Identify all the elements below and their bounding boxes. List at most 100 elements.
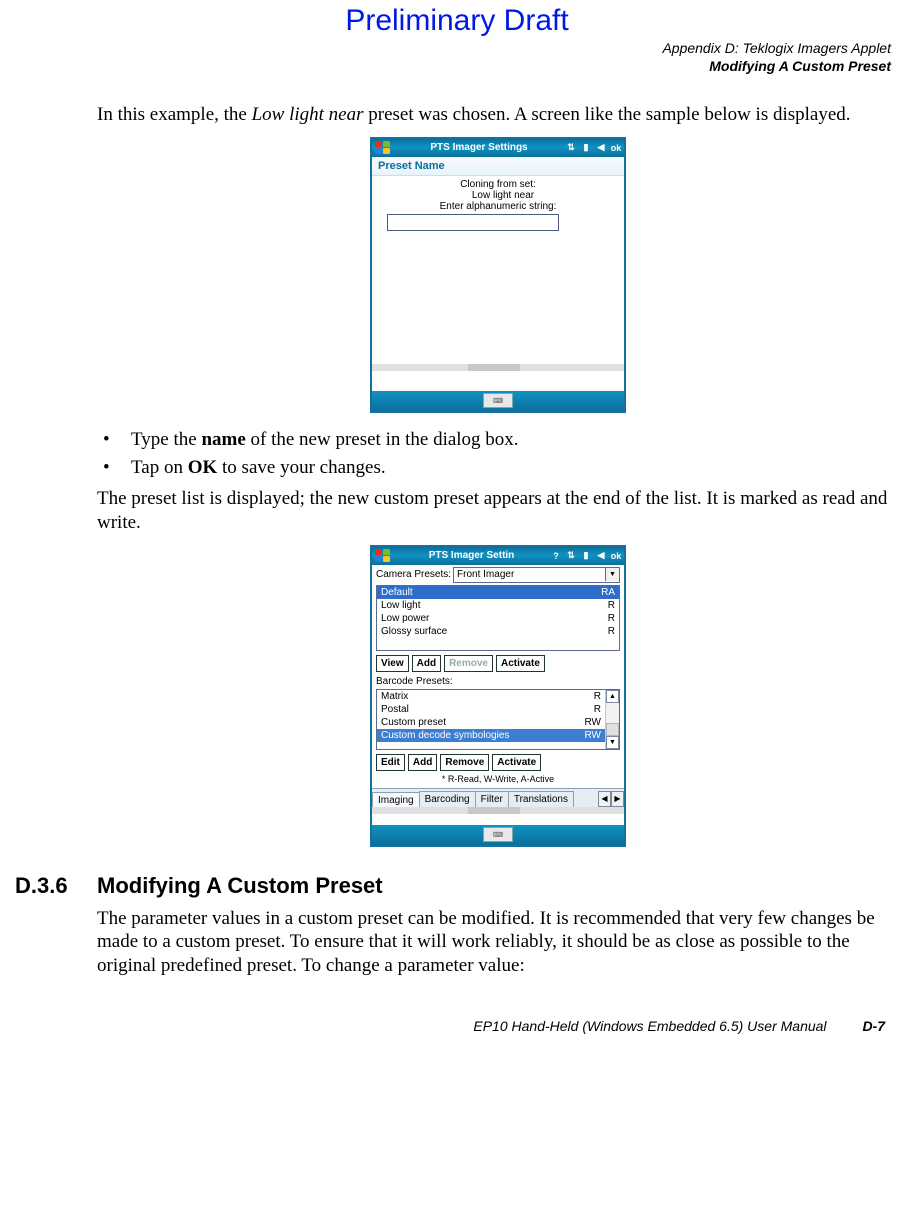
scrollbar[interactable]: ▲ ▼ bbox=[605, 690, 619, 749]
chevron-down-icon[interactable]: ▼ bbox=[605, 568, 619, 581]
barcode-presets-label: Barcode Presets: bbox=[372, 674, 624, 687]
tab-left-icon[interactable]: ◀ bbox=[598, 791, 611, 807]
list-item-text: Tap on OK to save your changes. bbox=[131, 455, 386, 481]
select-value: Front Imager bbox=[457, 569, 514, 580]
activate-button[interactable]: Activate bbox=[496, 655, 545, 672]
section-number: D.3.6 bbox=[15, 873, 97, 899]
scroll-down-icon[interactable]: ▼ bbox=[606, 736, 619, 749]
speaker-icon[interactable]: ◀ bbox=[595, 550, 607, 562]
list-item[interactable]: Custom decode symbologies RW bbox=[377, 729, 605, 742]
figure-preset-name-dialog: PTS Imager Settings ⇅ ▮ ◀ ok Preset Name… bbox=[97, 137, 899, 413]
barcode-presets-listbox[interactable]: Matrix R Postal R Custom preset RW bbox=[376, 689, 620, 750]
preset-name-input[interactable] bbox=[387, 214, 559, 231]
tab-imaging[interactable]: Imaging bbox=[372, 792, 420, 808]
list-item: • Type the name of the new preset in the… bbox=[97, 427, 899, 453]
bottom-scroll-track[interactable] bbox=[372, 364, 624, 371]
tab-bar: Imaging Barcoding Filter Translations ◀ … bbox=[372, 788, 624, 807]
title-bar-icons: ? ⇅ ▮ ◀ ok bbox=[550, 550, 622, 562]
bottom-scroll-track[interactable] bbox=[372, 807, 624, 814]
paragraph-result: The preset list is displayed; the new cu… bbox=[97, 487, 899, 535]
manual-title: EP10 Hand-Held (Windows Embedded 6.5) Us… bbox=[473, 1018, 826, 1034]
list-item[interactable]: Low light R bbox=[377, 599, 619, 612]
appendix-header: Appendix D: Teklogix Imagers Applet Modi… bbox=[15, 40, 891, 75]
text: In this example, the bbox=[97, 104, 252, 125]
scroll-thumb[interactable] bbox=[468, 364, 520, 371]
title-bar: PTS Imager Settings ⇅ ▮ ◀ ok bbox=[372, 139, 624, 157]
section-title: Modifying A Custom Preset bbox=[97, 873, 383, 899]
tab-barcoding[interactable]: Barcoding bbox=[419, 791, 476, 807]
ok-button[interactable]: ok bbox=[610, 142, 622, 154]
tab-translations[interactable]: Translations bbox=[508, 791, 574, 807]
network-icon[interactable]: ⇅ bbox=[565, 550, 577, 562]
list-item[interactable]: Postal R bbox=[377, 703, 605, 716]
camera-presets-select[interactable]: Front Imager ▼ bbox=[453, 567, 620, 583]
speaker-icon[interactable]: ◀ bbox=[595, 142, 607, 154]
appendix-line-1: Appendix D: Teklogix Imagers Applet bbox=[15, 40, 891, 58]
text: preset was chosen. A screen like the sam… bbox=[364, 104, 851, 125]
preset-flag: RA bbox=[601, 587, 615, 598]
help-icon[interactable]: ? bbox=[550, 550, 562, 562]
preset-name: Low power bbox=[381, 613, 429, 624]
list-item[interactable]: Glossy surface R bbox=[377, 625, 619, 638]
app-title: PTS Imager Settin bbox=[393, 550, 550, 561]
bullet-list: • Type the name of the new preset in the… bbox=[97, 427, 899, 481]
add-button[interactable]: Add bbox=[412, 655, 441, 672]
preset-flag: R bbox=[608, 626, 615, 637]
barcode-button-row: Edit Add Remove Activate bbox=[372, 752, 624, 773]
scroll-thumb[interactable] bbox=[606, 723, 619, 736]
bullet-icon: • bbox=[97, 427, 131, 453]
preset-name: Matrix bbox=[381, 691, 408, 702]
preset-name: Low light bbox=[381, 600, 420, 611]
preset-flag: RW bbox=[585, 730, 601, 741]
start-icon[interactable] bbox=[374, 549, 390, 563]
activate-button[interactable]: Activate bbox=[492, 754, 541, 771]
bottom-bar: ⌨ bbox=[372, 391, 624, 411]
network-icon[interactable]: ⇅ bbox=[565, 142, 577, 154]
page-footer: EP10 Hand-Held (Windows Embedded 6.5) Us… bbox=[15, 1018, 899, 1034]
alnum-prompt: Enter alphanumeric string: bbox=[377, 201, 619, 212]
tab-scroll-arrows: ◀ ▶ bbox=[598, 791, 624, 807]
appendix-line-2: Modifying A Custom Preset bbox=[15, 58, 891, 76]
battery-icon[interactable]: ▮ bbox=[580, 142, 592, 154]
list-item[interactable]: Matrix R bbox=[377, 690, 605, 703]
remove-button: Remove bbox=[444, 655, 493, 672]
list-item[interactable]: Low power R bbox=[377, 612, 619, 625]
settings-body: Camera Presets: Front Imager ▼ Default R… bbox=[372, 565, 624, 825]
remove-button[interactable]: Remove bbox=[440, 754, 489, 771]
cloning-source-value: Low light near bbox=[377, 190, 619, 201]
edit-button[interactable]: Edit bbox=[376, 754, 405, 771]
keyboard-icon[interactable]: ⌨ bbox=[483, 393, 513, 408]
cloning-label: Cloning from set: bbox=[377, 179, 619, 190]
tab-filter[interactable]: Filter bbox=[475, 791, 509, 807]
legend-text: * R-Read, W-Write, A-Active bbox=[372, 773, 624, 788]
view-button[interactable]: View bbox=[376, 655, 409, 672]
tab-right-icon[interactable]: ▶ bbox=[611, 791, 624, 807]
add-button[interactable]: Add bbox=[408, 754, 437, 771]
figure-preset-settings: PTS Imager Settin ? ⇅ ▮ ◀ ok Camera Pres… bbox=[97, 545, 899, 847]
dialog-body: Cloning from set: Low light near Enter a… bbox=[372, 176, 624, 391]
device-frame-1: PTS Imager Settings ⇅ ▮ ◀ ok Preset Name… bbox=[370, 137, 626, 413]
bottom-bar: ⌨ bbox=[372, 825, 624, 845]
section-heading: D.3.6 Modifying A Custom Preset bbox=[15, 873, 899, 899]
scroll-thumb[interactable] bbox=[468, 807, 520, 814]
preset-name: Glossy surface bbox=[381, 626, 447, 637]
camera-presets-row: Camera Presets: Front Imager ▼ bbox=[372, 565, 624, 583]
list-item[interactable]: Custom preset RW bbox=[377, 716, 605, 729]
keyboard-icon[interactable]: ⌨ bbox=[483, 827, 513, 842]
paragraph-intro: In this example, the Low light near pres… bbox=[97, 103, 899, 127]
list-item-text: Type the name of the new preset in the d… bbox=[131, 427, 519, 453]
preset-name: Custom decode symbologies bbox=[381, 730, 509, 741]
scroll-up-icon[interactable]: ▲ bbox=[606, 690, 619, 703]
app-title: PTS Imager Settings bbox=[393, 142, 565, 153]
start-icon[interactable] bbox=[374, 141, 390, 155]
text-italic: Low light near bbox=[252, 104, 364, 125]
camera-presets-label: Camera Presets: bbox=[376, 569, 451, 580]
preset-name: Postal bbox=[381, 704, 409, 715]
preset-name-header: Preset Name bbox=[372, 157, 624, 176]
battery-icon[interactable]: ▮ bbox=[580, 550, 592, 562]
camera-presets-listbox[interactable]: Default RA Low light R Low power R Glo bbox=[376, 585, 620, 651]
ok-button[interactable]: ok bbox=[610, 550, 622, 562]
title-bar: PTS Imager Settin ? ⇅ ▮ ◀ ok bbox=[372, 547, 624, 565]
camera-button-row: View Add Remove Activate bbox=[372, 653, 624, 674]
list-item[interactable]: Default RA bbox=[377, 586, 619, 599]
